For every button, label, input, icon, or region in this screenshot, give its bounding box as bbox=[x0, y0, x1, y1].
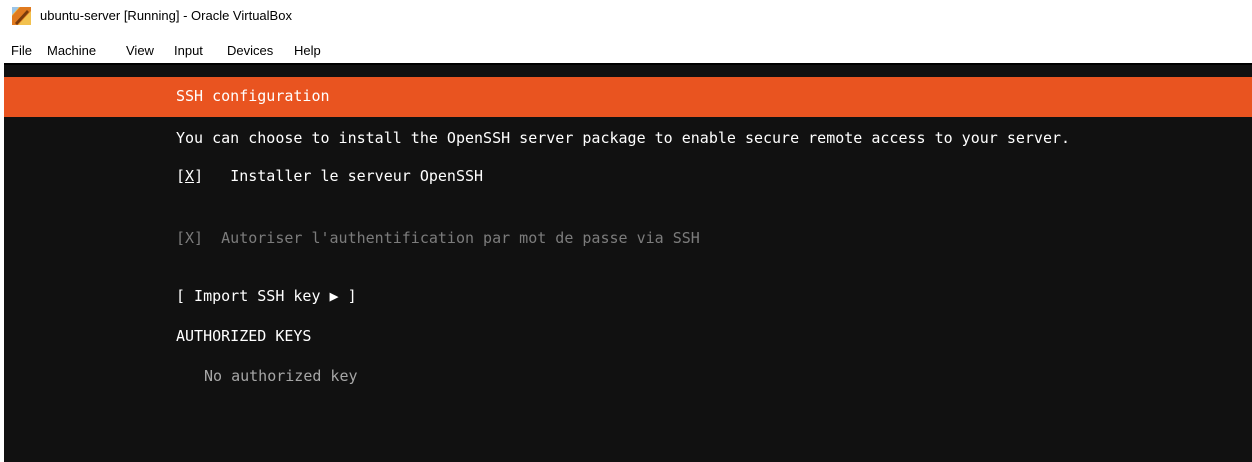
authorized-keys-heading: AUTHORIZED KEYS bbox=[176, 327, 312, 345]
installer-title: SSH configuration bbox=[176, 87, 330, 105]
password-auth-label: Autoriser l'authentification par mot de … bbox=[221, 229, 700, 247]
checkbox-close-bracket: ] bbox=[194, 167, 204, 185]
checkbox-mark: X bbox=[185, 167, 195, 185]
menu-view[interactable]: View bbox=[126, 43, 154, 58]
menu-input[interactable]: Input bbox=[174, 43, 203, 58]
installer-header-bar: SSH configuration bbox=[4, 77, 1252, 117]
install-openssh-label: Installer le serveur OpenSSH bbox=[230, 167, 484, 185]
menu-machine[interactable]: Machine bbox=[47, 43, 96, 58]
virtualbox-app-icon bbox=[12, 7, 31, 25]
virtualbox-window: ubuntu-server [Running] - Oracle Virtual… bbox=[0, 0, 1252, 462]
menu-bar: File Machine View Input Devices Help bbox=[0, 36, 1252, 62]
title-bar: ubuntu-server [Running] - Oracle Virtual… bbox=[0, 0, 1252, 32]
window-title: ubuntu-server [Running] - Oracle Virtual… bbox=[40, 8, 292, 23]
password-auth-box: [X] bbox=[176, 229, 204, 247]
password-auth-checkbox: [X] Autoriser l'authentification par mot… bbox=[176, 229, 700, 247]
no-authorized-key-text: No authorized key bbox=[204, 367, 358, 385]
menu-help[interactable]: Help bbox=[294, 43, 321, 58]
menu-file[interactable]: File bbox=[11, 43, 32, 58]
checkbox-open-bracket: [ bbox=[176, 167, 186, 185]
menu-devices[interactable]: Devices bbox=[227, 43, 273, 58]
vm-screen[interactable]: SSH configuration You can choose to inst… bbox=[4, 65, 1252, 462]
ssh-description: You can choose to install the OpenSSH se… bbox=[176, 129, 1071, 147]
import-ssh-key-button[interactable]: [ Import SSH key ▶ ] bbox=[176, 287, 357, 305]
install-openssh-checkbox[interactable]: [X] Installer le serveur OpenSSH bbox=[176, 167, 483, 185]
